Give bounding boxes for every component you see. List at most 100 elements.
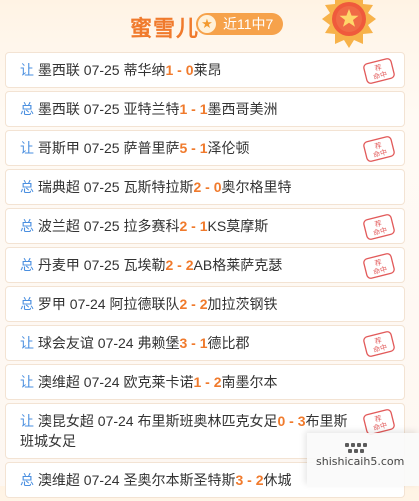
- league-name: 哥斯甲: [37, 140, 80, 156]
- league-name: 球会友谊: [37, 335, 94, 351]
- stamp-text: 荐: [374, 140, 383, 150]
- match-date: 07-24: [97, 413, 134, 429]
- record-row[interactable]: 让 哥斯甲 07-25 萨普里萨5 - 1泽伦顿荐命中: [5, 130, 405, 166]
- match-date: 07-25: [83, 179, 120, 195]
- away-score: 1: [199, 101, 208, 117]
- stamp-text: 命中: [372, 264, 388, 276]
- score-separator: -: [201, 374, 214, 390]
- bet-type: 让: [20, 335, 34, 351]
- score-separator: -: [173, 62, 186, 78]
- home-team: 阿拉德联队: [109, 296, 180, 312]
- hit-stamp-icon: 荐命中: [363, 253, 395, 279]
- away-team: 加拉茨钢铁: [207, 296, 278, 312]
- hit-stamp-icon: 荐命中: [363, 331, 395, 357]
- watermark-logo: [345, 443, 367, 453]
- league-name: 澳维超: [37, 374, 80, 390]
- stamp-text: 命中: [372, 147, 388, 159]
- home-team: 拉多赛科: [123, 218, 180, 234]
- bet-type: 总: [20, 218, 34, 234]
- league-name: 丹麦甲: [37, 257, 80, 273]
- away-score: 3: [297, 413, 306, 429]
- bet-type: 让: [20, 140, 34, 156]
- away-team: 泽伦顿: [207, 140, 250, 156]
- score-separator: -: [187, 335, 200, 351]
- home-team: 瓦埃勒: [123, 257, 166, 273]
- home-team: 弗赖堡: [137, 335, 180, 351]
- bet-type: 总: [20, 101, 34, 117]
- record-row[interactable]: 总 丹麦甲 07-25 瓦埃勒2 - 2AB格莱萨克瑟荐命中: [5, 247, 405, 283]
- home-team: 蒂华纳: [123, 62, 166, 78]
- expert-name: 蜜雪儿: [130, 16, 200, 41]
- record-row[interactable]: 让 墨西联 07-25 蒂华纳1 - 0莱昂荐命中: [5, 52, 405, 88]
- away-score: 0: [185, 62, 194, 78]
- home-team: 亚特兰特: [123, 101, 180, 117]
- bet-type: 让: [20, 413, 34, 429]
- record-row[interactable]: 总 墨西联 07-25 亚特兰特1 - 1墨西哥美洲: [5, 91, 405, 127]
- away-team: KS莫摩斯: [207, 218, 269, 234]
- league-name: 澳昆女超: [37, 413, 94, 429]
- record-row[interactable]: 总 波兰超 07-25 拉多赛科2 - 1KS莫摩斯荐命中: [5, 208, 405, 244]
- home-team: 布里斯班奥林匹克女足: [137, 413, 278, 429]
- league-name: 墨西联: [37, 101, 80, 117]
- match-date: 07-25: [83, 140, 120, 156]
- stamp-text: 荐: [374, 257, 383, 267]
- score-separator: -: [201, 179, 214, 195]
- league-name: 墨西联: [37, 62, 80, 78]
- away-score: 1: [199, 140, 208, 156]
- score-separator: -: [187, 101, 200, 117]
- watermark: shishicaih5.com: [307, 433, 419, 486]
- match-date: 07-24: [97, 335, 134, 351]
- match-date: 07-25: [83, 257, 120, 273]
- away-score: 1: [199, 335, 208, 351]
- record-row[interactable]: 让 球会友谊 07-24 弗赖堡3 - 1德比郡荐命中: [5, 325, 405, 361]
- away-score: 0: [213, 179, 222, 195]
- record-badge: ★ 近11中7: [196, 13, 284, 35]
- hit-stamp-icon: 荐命中: [363, 409, 395, 435]
- away-team: 墨西哥美洲: [207, 101, 278, 117]
- watermark-text: shishicaih5.com: [316, 455, 405, 468]
- stamp-text: 荐: [374, 218, 383, 228]
- away-team: 莱昂: [193, 62, 222, 78]
- home-team: 萨普里萨: [123, 140, 180, 156]
- bet-type: 让: [20, 62, 34, 78]
- away-team: 奥尔格里特: [221, 179, 292, 195]
- league-name: 波兰超: [37, 218, 80, 234]
- record-row[interactable]: 总 瑞典超 07-25 瓦斯特拉斯2 - 0奥尔格里特: [5, 169, 405, 205]
- away-score: 2: [185, 257, 194, 273]
- score-separator: -: [187, 296, 200, 312]
- stamp-text: 荐: [374, 62, 383, 72]
- away-score: 2: [199, 296, 208, 312]
- match-date: 07-25: [83, 62, 120, 78]
- away-team: AB格莱萨克瑟: [193, 257, 283, 273]
- match-date: 07-24: [83, 374, 120, 390]
- score-separator: -: [187, 218, 200, 234]
- record-text: 近11中7: [223, 16, 274, 32]
- home-team: 欧克莱卡诺: [123, 374, 194, 390]
- record-row[interactable]: 总 罗甲 07-24 阿拉德联队2 - 2加拉茨钢铁: [5, 286, 405, 322]
- bet-type: 总: [20, 179, 34, 195]
- hit-stamp-icon: 荐命中: [363, 136, 395, 162]
- header: 蜜雪儿 ★ 近11中7: [0, 0, 419, 52]
- score-separator: -: [187, 140, 200, 156]
- match-date: 07-25: [83, 101, 120, 117]
- stamp-text: 荐: [374, 335, 383, 345]
- bet-type: 让: [20, 374, 34, 390]
- match-date: 07-25: [83, 218, 120, 234]
- bet-type: 总: [20, 257, 34, 273]
- match-date: 07-24: [69, 296, 106, 312]
- hit-stamp-icon: 荐命中: [363, 214, 395, 240]
- record-row[interactable]: 让 澳维超 07-24 欧克莱卡诺1 - 2南墨尔本: [5, 364, 405, 400]
- hit-stamp-icon: 荐命中: [363, 58, 395, 84]
- stamp-text: 命中: [372, 342, 388, 354]
- bet-type: 总: [20, 296, 34, 312]
- stamp-text: 命中: [372, 420, 388, 432]
- away-team: 德比郡: [207, 335, 250, 351]
- away-score: 2: [213, 374, 222, 390]
- league-name: 瑞典超: [37, 179, 80, 195]
- away-team: 南墨尔本: [221, 374, 278, 390]
- medal-icon: [322, 0, 376, 48]
- away-score: 1: [199, 218, 208, 234]
- star-icon: ★: [198, 15, 216, 33]
- league-name: 罗甲: [37, 296, 66, 312]
- stamp-text: 命中: [372, 225, 388, 237]
